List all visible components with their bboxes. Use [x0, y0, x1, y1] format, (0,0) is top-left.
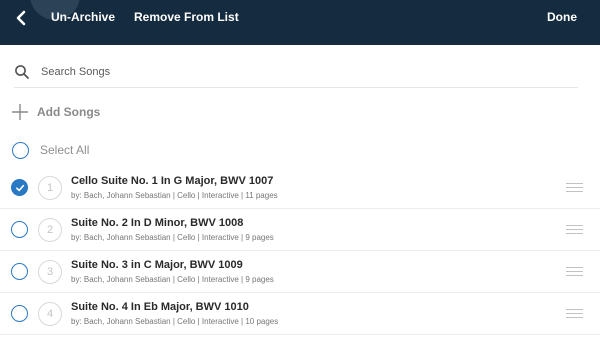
unarchive-button[interactable]: Un-Archive [51, 10, 115, 24]
song-title[interactable]: Suite No. 3 in C Major, BWV 1009 [71, 259, 243, 271]
search-bar [14, 56, 578, 88]
song-title[interactable]: Cello Suite No. 1 In G Major, BWV 1007 [71, 175, 273, 187]
song-subtitle: by: Bach, Johann Sebastian | Cello | Int… [71, 191, 278, 200]
song-title[interactable]: Suite No. 4 In Eb Major, BWV 1010 [71, 301, 249, 313]
song-title[interactable]: Suite No. 2 In D Minor, BWV 1008 [71, 217, 243, 229]
song-list: 1 Cello Suite No. 1 In G Major, BWV 1007… [0, 167, 600, 335]
song-row[interactable]: 4 Suite No. 4 In Eb Major, BWV 1010 by: … [0, 293, 600, 335]
song-subtitle: by: Bach, Johann Sebastian | Cello | Int… [71, 233, 274, 242]
song-number-badge: 4 [38, 302, 62, 326]
add-songs-label: Add Songs [37, 105, 101, 119]
song-row[interactable]: 1 Cello Suite No. 1 In G Major, BWV 1007… [0, 167, 600, 209]
chevron-left-icon [16, 10, 26, 26]
search-input[interactable] [41, 65, 541, 78]
remove-from-list-button[interactable]: Remove From List [134, 10, 239, 24]
song-number-badge: 2 [38, 218, 62, 242]
song-checkbox[interactable] [11, 221, 28, 238]
drag-handle-icon[interactable] [566, 267, 583, 276]
top-toolbar: Un-Archive Remove From List Done [0, 0, 600, 45]
select-all-label: Select All [40, 143, 90, 157]
song-subtitle: by: Bach, Johann Sebastian | Cello | Int… [71, 317, 279, 326]
drag-handle-icon[interactable] [566, 225, 583, 234]
song-row[interactable]: 2 Suite No. 2 In D Minor, BWV 1008 by: B… [0, 209, 600, 251]
search-icon [14, 64, 30, 80]
select-all-toggle[interactable]: Select All [12, 140, 89, 160]
select-all-checkbox[interactable] [12, 141, 29, 159]
add-songs-button[interactable]: Add Songs [11, 102, 100, 122]
song-checkbox[interactable] [11, 263, 28, 280]
song-checkbox[interactable] [11, 179, 28, 196]
done-button[interactable]: Done [547, 10, 577, 24]
song-row[interactable]: 3 Suite No. 3 in C Major, BWV 1009 by: B… [0, 251, 600, 293]
checkmark-icon [15, 184, 24, 191]
back-button[interactable] [9, 6, 33, 30]
song-subtitle: by: Bach, Johann Sebastian | Cello | Int… [71, 275, 274, 284]
song-checkbox[interactable] [11, 305, 28, 322]
drag-handle-icon[interactable] [566, 309, 583, 318]
plus-icon [11, 103, 29, 121]
song-number-badge: 1 [38, 176, 62, 200]
drag-handle-icon[interactable] [566, 183, 583, 192]
song-number-badge: 3 [38, 260, 62, 284]
